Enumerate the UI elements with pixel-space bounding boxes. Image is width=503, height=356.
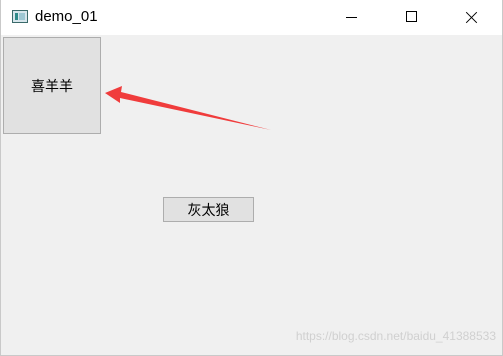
xiyangyang-button[interactable]: 喜羊羊 <box>3 37 101 134</box>
title-bar[interactable]: demo_01 <box>1 0 502 35</box>
close-button[interactable] <box>448 0 494 35</box>
app-window: demo_01 喜羊羊 灰太狼 https://blog.csdn.net/ba… <box>0 0 503 356</box>
client-area: 喜羊羊 灰太狼 <box>1 35 502 355</box>
minimize-icon <box>346 17 357 18</box>
maximize-icon <box>406 11 417 22</box>
maximize-button[interactable] <box>388 0 434 35</box>
huitailang-button[interactable]: 灰太狼 <box>163 197 254 222</box>
window-title: demo_01 <box>35 8 98 25</box>
watermark: https://blog.csdn.net/baidu_41388533 <box>295 329 496 343</box>
app-window-icon <box>12 10 28 23</box>
minimize-button[interactable] <box>328 0 374 35</box>
